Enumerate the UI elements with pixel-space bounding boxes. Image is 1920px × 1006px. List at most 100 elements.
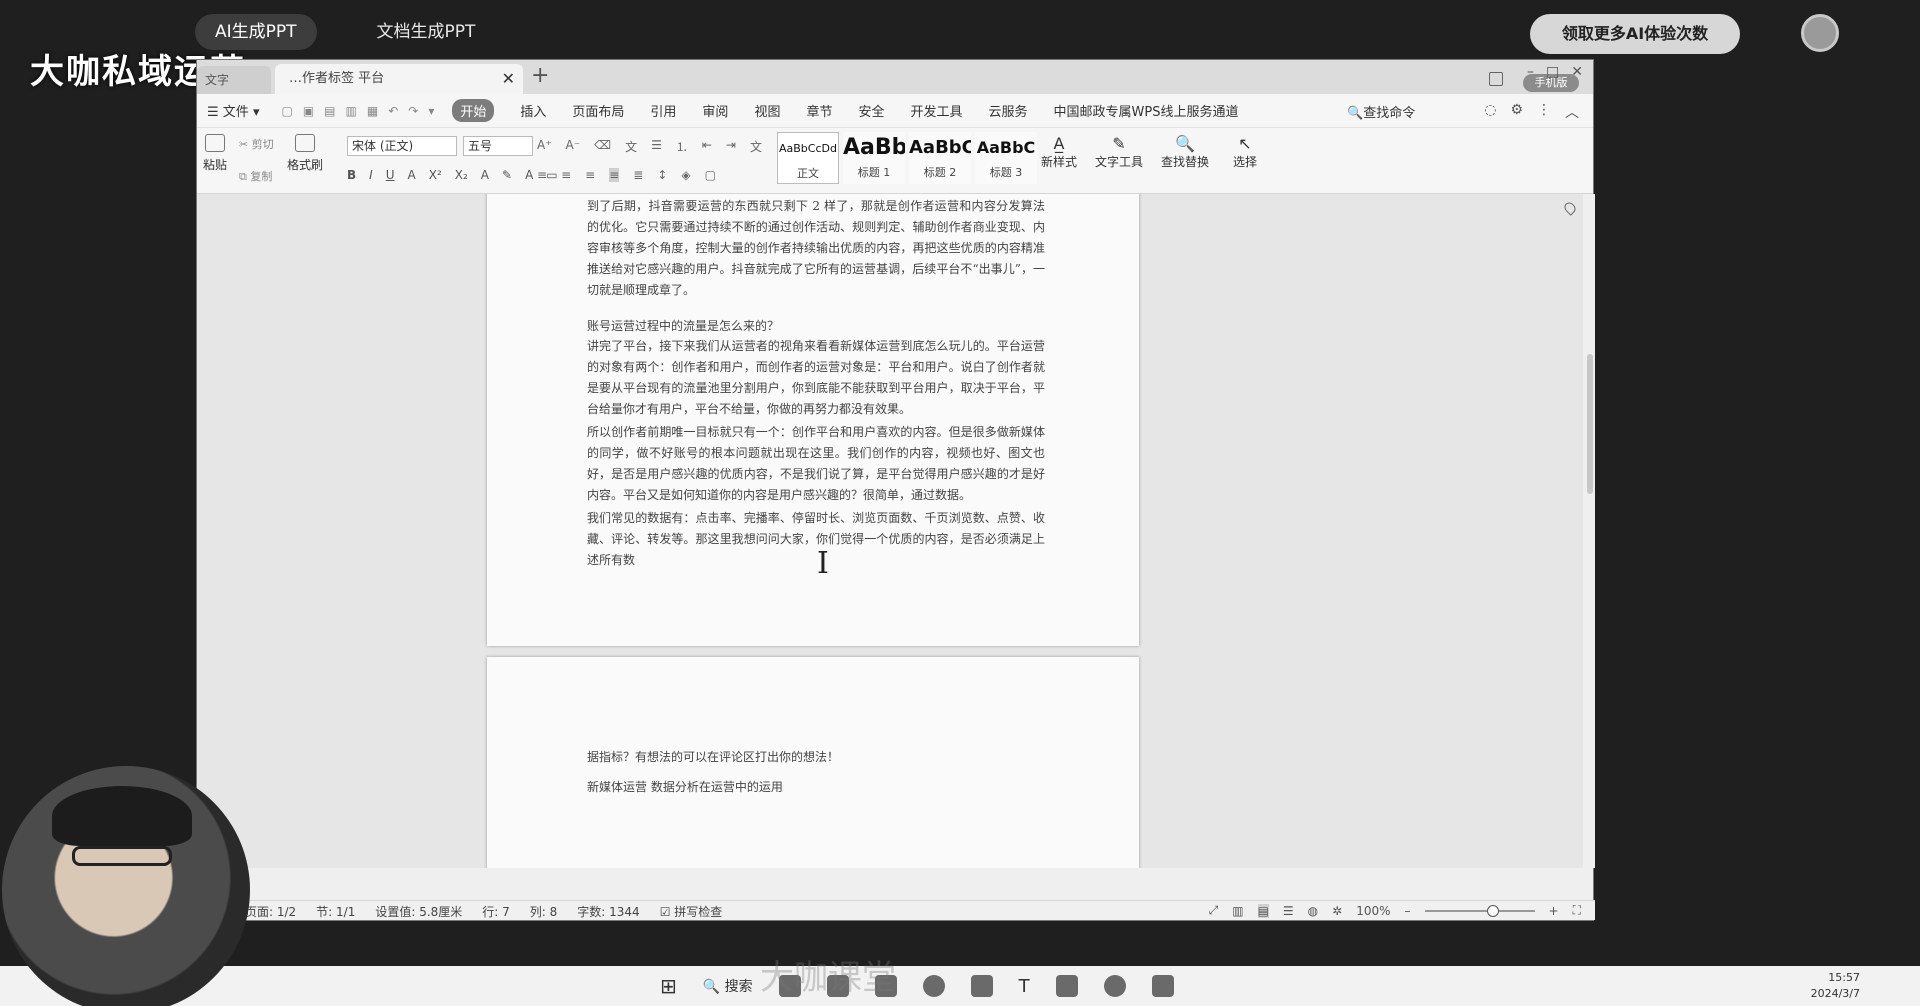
- taskbar-clock[interactable]: 15:57 2024/3/7: [1811, 970, 1860, 1002]
- style-heading-1[interactable]: AaBb 标题 1: [843, 132, 905, 184]
- font-color-icon[interactable]: A: [525, 168, 533, 182]
- redo-icon[interactable]: ↷: [408, 104, 418, 118]
- menu-developer[interactable]: 开发工具: [910, 101, 962, 120]
- indent-decrease-icon[interactable]: ⇤: [702, 138, 712, 155]
- comment-icon[interactable]: ◌: [1484, 102, 1496, 122]
- distributed-icon[interactable]: ≣: [633, 168, 643, 182]
- scroll-thumb[interactable]: [1587, 354, 1593, 494]
- tab-doc-ppt[interactable]: 文档生成PPT: [357, 14, 496, 50]
- read-mode-icon[interactable]: ▥: [1232, 904, 1243, 918]
- superscript-icon[interactable]: X²: [429, 168, 442, 182]
- document-canvas[interactable]: 到了后期，抖音需要运营的东西就只剩下 2 样了，那就是创作者运营和内容分发算法的…: [197, 194, 1595, 868]
- fullscreen-icon[interactable]: ⤢: [1209, 903, 1219, 918]
- menu-file[interactable]: ☰ 文件 ▾: [207, 101, 259, 120]
- align-justify-icon[interactable]: ≡: [609, 168, 620, 182]
- menu-view[interactable]: 视图: [754, 101, 780, 120]
- save-icon[interactable]: ▤: [324, 104, 335, 118]
- menu-references[interactable]: 引用: [650, 101, 676, 120]
- select-button[interactable]: ↖ 选择: [1233, 134, 1257, 170]
- find-replace-button[interactable]: 🔍 查找替换: [1161, 134, 1209, 170]
- status-page[interactable]: 页面: 1/2: [245, 903, 296, 920]
- eye-protect-icon[interactable]: ✲: [1332, 904, 1342, 918]
- undo-icon[interactable]: ↶: [388, 104, 398, 118]
- shrink-font-icon[interactable]: A⁻: [566, 138, 581, 155]
- indent-increase-icon[interactable]: ⇥: [726, 138, 736, 155]
- align-left-icon[interactable]: ≡: [537, 168, 547, 182]
- style-heading-3[interactable]: AaBbC 标题 3: [975, 132, 1037, 184]
- cut-button[interactable]: ✂ 剪切: [239, 136, 274, 152]
- style-heading-2[interactable]: AaBbC 标题 2: [909, 132, 971, 184]
- start-icon[interactable]: ⊞: [660, 974, 677, 998]
- underline-icon[interactable]: U: [386, 168, 395, 182]
- document-page-2[interactable]: 据指标？有想法的可以在评论区打出你的想法！ 新媒体运营 数据分析在运营中的运用: [487, 657, 1139, 868]
- copy-button[interactable]: ⧉ 复制: [239, 168, 272, 184]
- align-right-icon[interactable]: ≡: [585, 168, 595, 182]
- menu-review[interactable]: 审阅: [702, 101, 728, 120]
- app-icon-3[interactable]: [1055, 975, 1078, 997]
- web-view-icon[interactable]: ◍: [1308, 904, 1318, 918]
- print-icon[interactable]: ▥: [346, 104, 357, 118]
- open-icon[interactable]: ▣: [303, 104, 314, 118]
- line-spacing-icon[interactable]: ↕: [657, 168, 667, 182]
- outline-view-icon[interactable]: ☰: [1283, 904, 1294, 918]
- zoom-in-icon[interactable]: +: [1549, 904, 1559, 918]
- more-icon[interactable]: ⋮: [1537, 102, 1551, 122]
- italic-icon[interactable]: I: [369, 168, 373, 182]
- new-doc-icon[interactable]: ▢: [281, 104, 292, 118]
- text-effect-icon[interactable]: A: [481, 168, 489, 182]
- new-style-button[interactable]: A̲ 新样式: [1041, 134, 1077, 170]
- app-icon-4[interactable]: [1103, 975, 1126, 997]
- document-page-1[interactable]: 到了后期，抖音需要运营的东西就只剩下 2 样了，那就是创作者运营和内容分发算法的…: [487, 194, 1139, 646]
- preview-icon[interactable]: ▦: [367, 104, 378, 118]
- customize-icon[interactable]: ▾: [428, 104, 434, 118]
- clear-format-icon[interactable]: ⌫: [594, 138, 611, 155]
- new-tab-icon[interactable]: +: [531, 63, 549, 88]
- strikethrough-icon[interactable]: A: [408, 168, 416, 182]
- format-painter-button[interactable]: 格式刷: [287, 134, 323, 173]
- wps-icon[interactable]: [1151, 975, 1174, 997]
- tab-writer-home[interactable]: 文字: [197, 66, 271, 94]
- phonetic-icon[interactable]: 文: [625, 138, 637, 155]
- store-icon[interactable]: [970, 975, 993, 997]
- status-setting[interactable]: 设置值: 5.8厘米: [375, 903, 462, 920]
- find-command[interactable]: 🔍查找命令: [1347, 102, 1415, 121]
- bold-icon[interactable]: B: [347, 168, 356, 182]
- chinese-layout-icon[interactable]: 文: [750, 138, 762, 155]
- maximize-icon[interactable]: □: [1546, 64, 1559, 80]
- font-family-select[interactable]: 宋体 (正文): [347, 136, 457, 156]
- subscript-icon[interactable]: X₂: [455, 168, 468, 182]
- pin-icon[interactable]: [1562, 200, 1578, 216]
- menu-postal-channel[interactable]: 中国邮政专属WPS线上服务通道: [1054, 101, 1239, 120]
- align-center-icon[interactable]: ≡: [561, 168, 571, 182]
- document-tab[interactable]: …作者标签 平台 ✕: [275, 64, 523, 94]
- status-words[interactable]: 字数: 1344: [577, 903, 639, 920]
- zoom-slider-handle[interactable]: [1486, 904, 1499, 917]
- number-list-icon[interactable]: ⒈: [676, 138, 688, 155]
- promo-button[interactable]: 领取更多AI体验次数: [1530, 14, 1740, 54]
- menu-home[interactable]: 开始: [452, 99, 495, 122]
- taskbar-search[interactable]: 🔍 搜索: [703, 976, 753, 996]
- zoom-out-icon[interactable]: –: [1405, 904, 1411, 918]
- menu-layout[interactable]: 页面布局: [572, 101, 624, 120]
- menu-security[interactable]: 安全: [858, 101, 884, 120]
- zoom-slider[interactable]: [1424, 904, 1535, 917]
- close-window-icon[interactable]: ✕: [1571, 64, 1583, 80]
- highlight-icon[interactable]: ✎: [502, 168, 512, 182]
- collapse-ribbon-icon[interactable]: ︿: [1565, 102, 1579, 122]
- spell-check[interactable]: ☑ 拼写检查: [660, 903, 723, 920]
- window-layout-icon[interactable]: [1489, 72, 1503, 86]
- gear-icon[interactable]: ⚙: [1510, 102, 1523, 122]
- style-normal[interactable]: AaBbCcDd 正文: [777, 132, 839, 184]
- font-size-select[interactable]: 五号: [463, 136, 533, 156]
- border-icon[interactable]: ▢: [705, 168, 716, 182]
- minimize-icon[interactable]: –: [1527, 64, 1534, 80]
- zoom-level[interactable]: 100%: [1356, 904, 1390, 918]
- bullet-list-icon[interactable]: ☰: [651, 138, 662, 155]
- edge-icon[interactable]: [922, 975, 945, 997]
- page-view-icon[interactable]: ▤: [1257, 903, 1269, 918]
- paste-button[interactable]: 粘贴: [203, 134, 227, 173]
- text-app-icon[interactable]: T: [1019, 976, 1030, 997]
- fit-window-icon[interactable]: ⛶: [1573, 903, 1581, 918]
- close-tab-icon[interactable]: ✕: [502, 64, 515, 94]
- menu-cloud[interactable]: 云服务: [989, 101, 1028, 120]
